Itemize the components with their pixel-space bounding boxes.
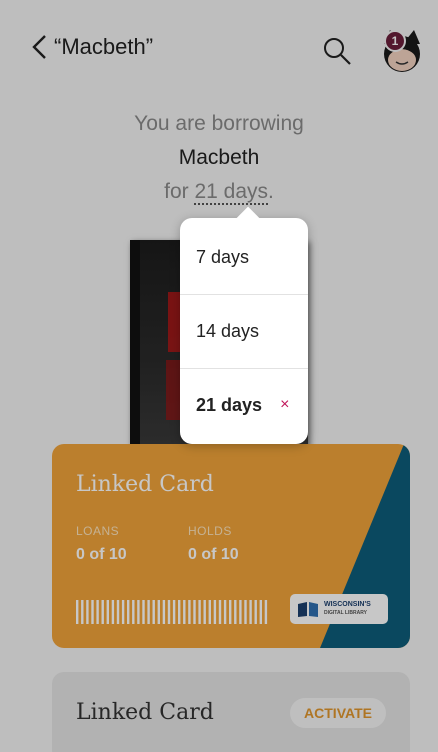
option-21-days[interactable]: 21 days × (180, 368, 308, 442)
option-label: 21 days (196, 394, 263, 415)
app-screen: “Macbeth” 1 You are borrowing Macbeth fo… (0, 0, 438, 752)
lending-period-dropdown: 7 days 14 days 21 days × (180, 206, 308, 444)
option-label: 7 days (196, 246, 250, 267)
clear-icon[interactable]: × (280, 396, 289, 414)
option-label: 14 days (196, 320, 260, 341)
option-14-days[interactable]: 14 days (180, 294, 308, 368)
option-7-days[interactable]: 7 days (180, 220, 308, 294)
